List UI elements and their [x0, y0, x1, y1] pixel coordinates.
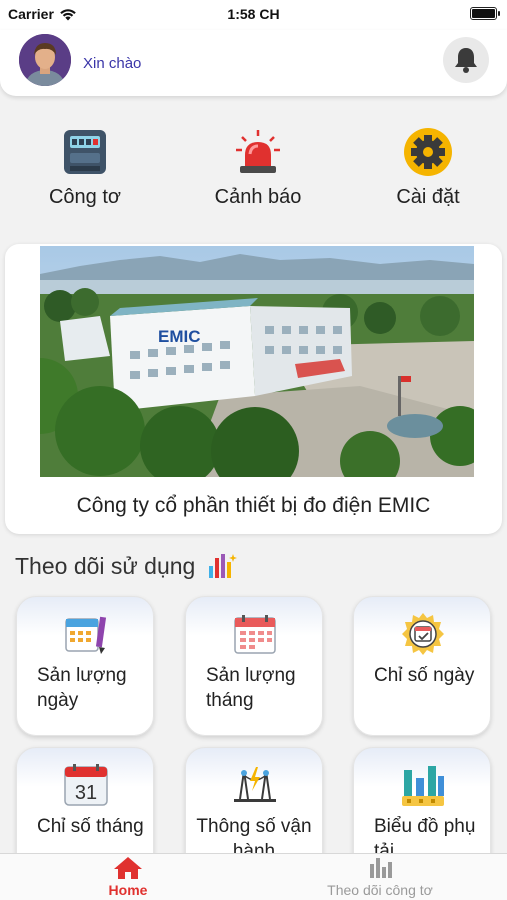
greeting-text: Xin chào	[83, 55, 142, 72]
tab-label: Home	[108, 882, 148, 898]
tile-label: Sản lượng ngày	[37, 665, 127, 711]
tab-label: Theo dõi công tơ	[327, 882, 433, 898]
quick-action-settings[interactable]: Cài đặt	[353, 120, 503, 220]
quick-action-label: Cảnh báo	[214, 186, 302, 208]
usage-section-title: Theo dõi sử dụng	[15, 550, 238, 582]
calendar-31-icon: 31	[62, 762, 110, 808]
battery-icon	[470, 7, 500, 20]
tile-daily-output[interactable]: Sản lượng ngày	[16, 596, 154, 736]
bar-chart-icon	[310, 854, 450, 880]
calendar-day-number: 31	[75, 782, 97, 804]
clock: 1:58 CH	[227, 6, 280, 22]
monthly-calendar-icon	[231, 611, 279, 657]
gear-icon	[402, 126, 454, 178]
tile-label: Chỉ số tháng	[37, 816, 144, 837]
app-header: Xin chào	[0, 30, 507, 96]
daily-index-badge-icon	[399, 611, 447, 657]
daily-calendar-pencil-icon	[62, 611, 110, 657]
tab-meter-monitoring[interactable]: Theo dõi công tơ	[310, 854, 450, 900]
power-tower-icon	[231, 762, 279, 808]
quick-action-label: Cài đặt	[396, 186, 460, 208]
notifications-button[interactable]	[443, 37, 489, 83]
siren-alarm-icon	[232, 126, 284, 178]
tile-label: Sản lượng tháng	[206, 665, 296, 711]
tile-label: Chỉ số ngày	[374, 665, 475, 686]
bottom-tab-bar: Home Theo dõi công tơ	[0, 853, 507, 900]
bell-icon	[455, 48, 477, 73]
company-name: Công ty cổ phần thiết bị đo điện EMIC	[76, 494, 431, 517]
home-icon	[88, 854, 168, 880]
quick-action-meter[interactable]: Công tơ	[10, 120, 160, 220]
electric-meter-icon	[59, 126, 111, 178]
avatar[interactable]	[19, 34, 71, 86]
load-chart-icon	[399, 762, 447, 808]
status-bar: Carrier 1:58 CH	[0, 0, 507, 30]
quick-actions: Công tơ Cảnh báo Cài đặt	[0, 120, 507, 220]
quick-action-label: Công tơ	[48, 186, 122, 208]
emic-sign: EMIC	[158, 327, 201, 346]
tile-monthly-output[interactable]: Sản lượng tháng	[185, 596, 323, 736]
company-photo: EMIC	[40, 246, 474, 477]
usage-section-label: Theo dõi sử dụng	[15, 552, 196, 579]
sparkle-bar-chart-icon	[209, 554, 238, 578]
company-card[interactable]: EMIC Công ty cổ phần thiết bị đo điện EM…	[5, 244, 502, 534]
tile-daily-index[interactable]: Chỉ số ngày	[353, 596, 491, 736]
tab-home[interactable]: Home	[88, 854, 168, 900]
quick-action-alerts[interactable]: Cảnh báo	[183, 120, 333, 220]
